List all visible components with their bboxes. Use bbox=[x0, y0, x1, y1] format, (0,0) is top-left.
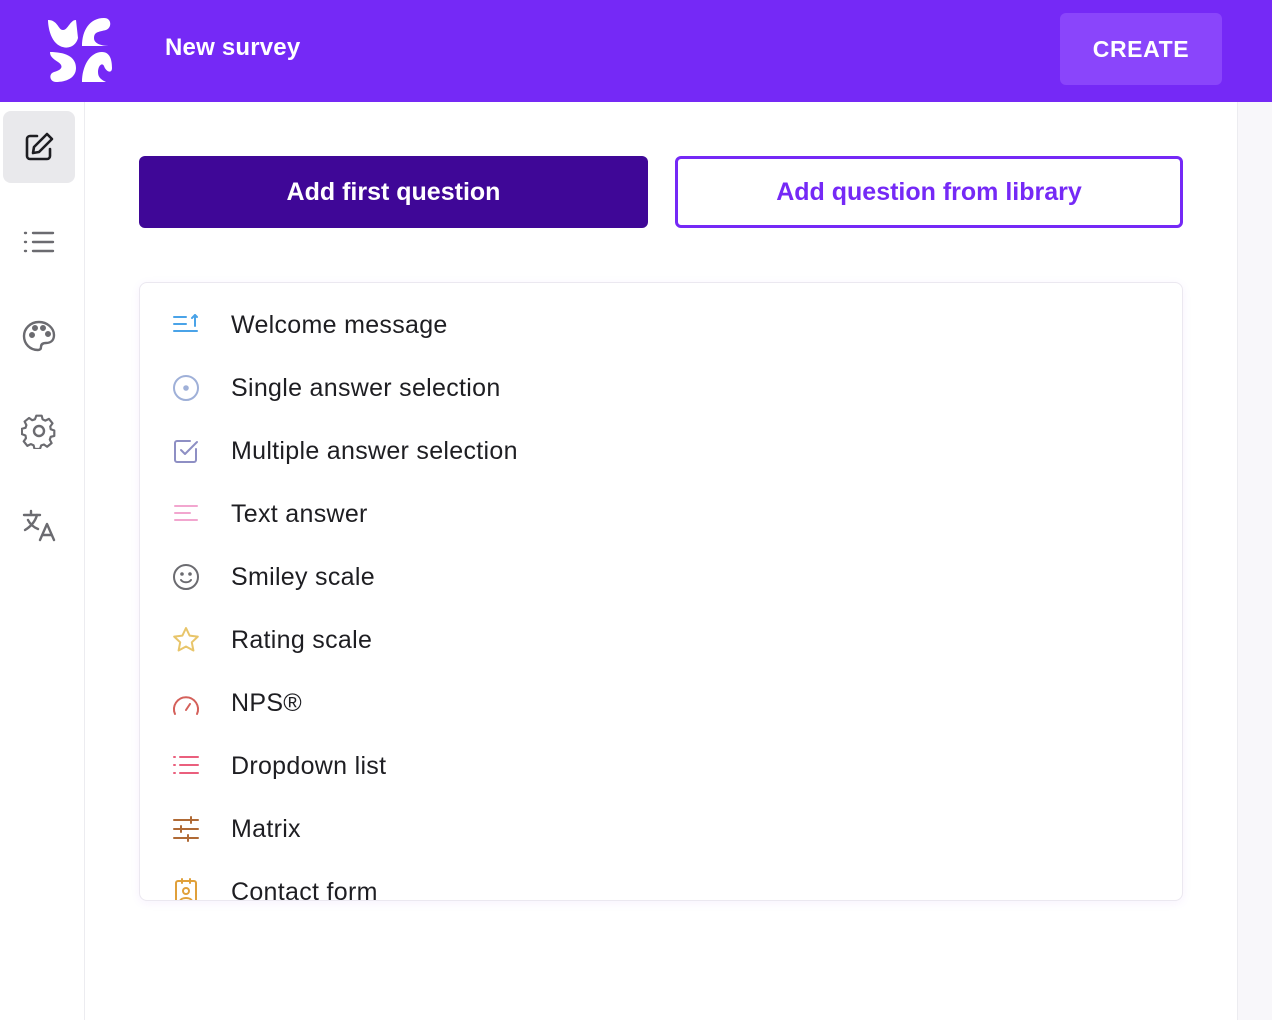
menu-item-rating-scale[interactable]: Rating scale bbox=[140, 608, 1182, 671]
menu-item-label: Text answer bbox=[231, 499, 368, 528]
sidebar-item-settings[interactable] bbox=[3, 395, 75, 467]
translate-icon bbox=[22, 509, 56, 542]
menu-item-dropdown-list[interactable]: Dropdown list bbox=[140, 734, 1182, 797]
menu-item-label: Welcome message bbox=[231, 310, 448, 339]
sidebar-item-questions[interactable] bbox=[3, 206, 75, 278]
menu-item-label: Rating scale bbox=[231, 625, 373, 654]
dropdown-list-icon bbox=[170, 750, 202, 782]
top-bar: New survey CREATE bbox=[0, 0, 1272, 102]
contact-icon bbox=[170, 876, 202, 900]
menu-item-text-answer[interactable]: Text answer bbox=[140, 482, 1182, 545]
gauge-icon bbox=[170, 687, 202, 719]
menu-item-welcome-message[interactable]: Welcome message bbox=[140, 293, 1182, 356]
matrix-icon bbox=[170, 813, 202, 845]
smiley-icon bbox=[170, 561, 202, 593]
sidebar bbox=[0, 102, 85, 1020]
sidebar-item-translations[interactable] bbox=[3, 489, 75, 561]
menu-item-nps[interactable]: NPS® bbox=[140, 671, 1182, 734]
menu-item-smiley-scale[interactable]: Smiley scale bbox=[140, 545, 1182, 608]
menu-item-label: Multiple answer selection bbox=[231, 436, 518, 465]
menu-item-label: Dropdown list bbox=[231, 751, 387, 780]
welcome-icon bbox=[170, 309, 202, 341]
menu-item-label: Matrix bbox=[231, 814, 301, 843]
sidebar-item-design[interactable] bbox=[3, 300, 75, 372]
palette-icon bbox=[22, 320, 56, 352]
gear-icon bbox=[21, 414, 56, 449]
sidebar-item-edit[interactable] bbox=[3, 111, 75, 183]
question-type-menu: Welcome message Single answer selection … bbox=[139, 282, 1183, 901]
radio-icon bbox=[170, 372, 202, 404]
checkbox-icon bbox=[170, 435, 202, 467]
menu-item-contact-form[interactable]: Contact form bbox=[140, 860, 1182, 901]
survey-logo-icon[interactable] bbox=[46, 16, 114, 84]
menu-item-label: NPS® bbox=[231, 688, 303, 717]
menu-item-single-answer[interactable]: Single answer selection bbox=[140, 356, 1182, 419]
add-question-from-library-button[interactable]: Add question from library bbox=[675, 156, 1183, 228]
create-button[interactable]: CREATE bbox=[1060, 13, 1222, 85]
menu-item-label: Smiley scale bbox=[231, 562, 375, 591]
right-panel-edge bbox=[1237, 102, 1272, 1020]
page-title[interactable]: New survey bbox=[165, 33, 300, 63]
add-first-question-button[interactable]: Add first question bbox=[139, 156, 648, 228]
text-icon bbox=[170, 498, 202, 530]
menu-item-label: Contact form bbox=[231, 877, 378, 901]
star-icon bbox=[170, 624, 202, 656]
menu-item-matrix[interactable]: Matrix bbox=[140, 797, 1182, 860]
list-icon bbox=[23, 231, 55, 253]
edit-icon bbox=[25, 132, 54, 161]
menu-item-label: Single answer selection bbox=[231, 373, 501, 402]
menu-item-multiple-answer[interactable]: Multiple answer selection bbox=[140, 419, 1182, 482]
